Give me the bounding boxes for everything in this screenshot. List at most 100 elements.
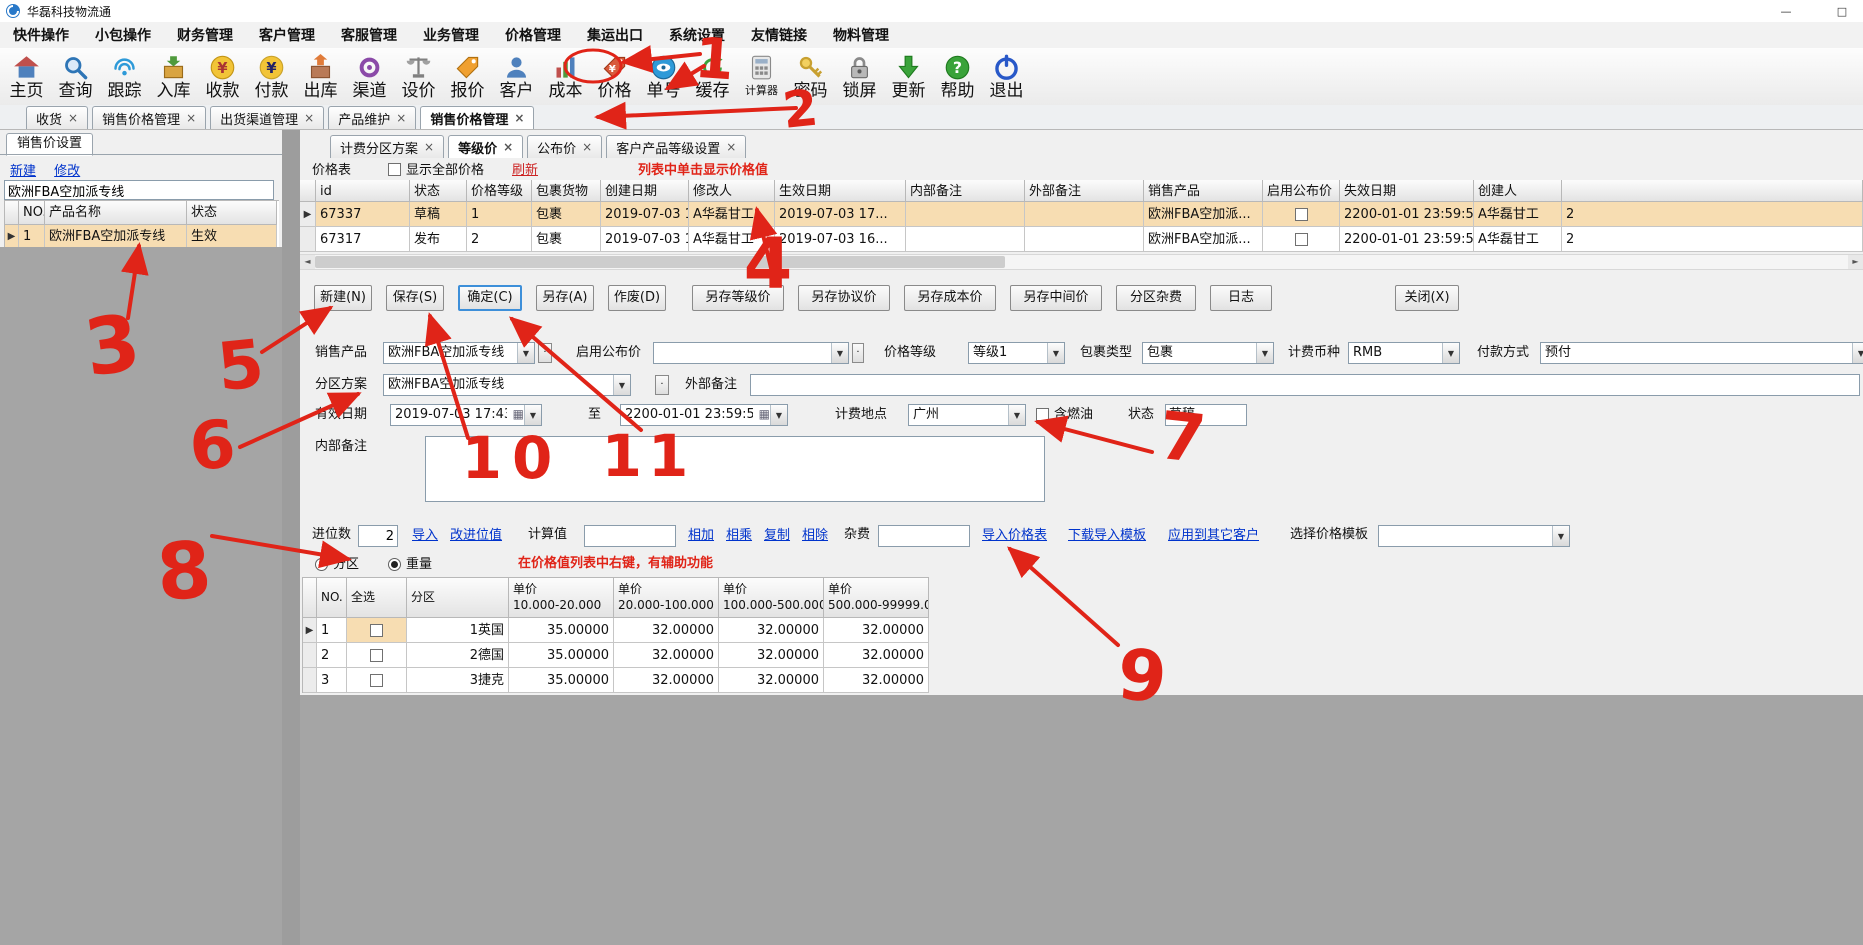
- menu-item-price[interactable]: 价格管理: [492, 25, 574, 45]
- price-cell[interactable]: 32.00000: [824, 643, 929, 668]
- price-cell[interactable]: 32.00000: [614, 618, 719, 643]
- price-cell[interactable]: 32.00000: [614, 643, 719, 668]
- payment-method-combo[interactable]: 预付▼: [1540, 342, 1863, 364]
- carry-digits-input[interactable]: [358, 525, 398, 547]
- zone-misc-fee-button[interactable]: 分区杂费: [1116, 285, 1196, 311]
- price-cell[interactable]: 32.00000: [719, 643, 824, 668]
- column-header-effective-date[interactable]: 生效日期: [775, 180, 906, 202]
- menu-item-consolidation-export[interactable]: 集运出口: [574, 25, 656, 45]
- price-template-combo[interactable]: ▼: [1378, 525, 1570, 547]
- menu-item-customer[interactable]: 客户管理: [246, 25, 328, 45]
- chevron-down-icon[interactable]: ▼: [524, 405, 541, 425]
- minimize-button[interactable]: —: [1771, 5, 1801, 18]
- chevron-down-icon[interactable]: ▼: [1256, 343, 1273, 363]
- column-header-creator[interactable]: 创建人: [1474, 180, 1562, 202]
- parcel-type-combo[interactable]: 包裹▼: [1142, 342, 1274, 364]
- close-tab-icon[interactable]: ×: [514, 111, 524, 125]
- chevron-down-icon[interactable]: ▼: [1442, 343, 1459, 363]
- sidebar-new-link[interactable]: 新建: [10, 164, 36, 179]
- chevron-down-icon[interactable]: ▼: [517, 343, 534, 363]
- product-ellipsis-button[interactable]: ·: [538, 343, 552, 363]
- toolbar-button-lock-screen[interactable]: 锁屏: [835, 48, 884, 105]
- chevron-down-icon[interactable]: ▼: [770, 405, 787, 425]
- price-cell[interactable]: 35.00000: [509, 618, 614, 643]
- multiply-link[interactable]: 相乘: [726, 526, 752, 546]
- menu-item-materials[interactable]: 物料管理: [820, 25, 902, 45]
- toolbar-button-outbound[interactable]: 出库: [296, 48, 345, 105]
- close-tab-icon[interactable]: ×: [186, 111, 196, 125]
- sales-product-combo[interactable]: 欧洲FBA空加派专线▼: [383, 342, 535, 364]
- chevron-down-icon[interactable]: ▼: [831, 343, 848, 363]
- column-header-sales-product[interactable]: 销售产品: [1144, 180, 1263, 202]
- sidebar-splitter[interactable]: [282, 130, 300, 945]
- close-button[interactable]: 关闭(X): [1395, 285, 1459, 311]
- import-link[interactable]: 导入: [412, 526, 438, 546]
- save-as-cost-price-button[interactable]: 另存成本价: [904, 285, 996, 311]
- chevron-down-icon[interactable]: ▼: [1852, 343, 1863, 363]
- published-ellipsis-button[interactable]: ·: [852, 343, 864, 363]
- toolbar-button-calculator[interactable]: 计算器: [737, 48, 786, 105]
- calc-value-input[interactable]: [584, 525, 676, 547]
- chevron-down-icon[interactable]: ▼: [1047, 343, 1064, 363]
- column-header-enable-published[interactable]: 启用公布价: [1263, 180, 1340, 202]
- toolbar-button-track[interactable]: 跟踪: [100, 48, 149, 105]
- menu-item-business[interactable]: 业务管理: [410, 25, 492, 45]
- menu-item-finance[interactable]: 财务管理: [164, 25, 246, 45]
- sidebar-edit-link[interactable]: 修改: [54, 164, 80, 179]
- save-button[interactable]: 保存(S): [386, 285, 444, 311]
- toolbar-button-search[interactable]: 查询: [51, 48, 100, 105]
- column-header-no[interactable]: NO.: [317, 578, 347, 618]
- toolbar-button-price[interactable]: ¥ 价格: [590, 48, 639, 105]
- close-tab-icon[interactable]: ×: [424, 140, 434, 154]
- price-level-row-1[interactable]: ▶ 67337 草稿 1 包裹 2019-07-03 17... A华磊甘工 2…: [300, 202, 1863, 227]
- row-select-checkbox[interactable]: [370, 649, 383, 662]
- column-header-select-all[interactable]: 全选: [347, 578, 407, 618]
- column-header-price-2[interactable]: 单价20.000-100.000: [614, 578, 719, 618]
- close-tab-icon[interactable]: ×: [503, 140, 513, 154]
- column-header-price-1[interactable]: 单价10.000-20.000: [509, 578, 614, 618]
- column-header-status[interactable]: 状态: [187, 201, 277, 225]
- toolbar-button-customer[interactable]: 客户: [492, 48, 541, 105]
- toolbar-button-receive-payment[interactable]: ¥ 收款: [198, 48, 247, 105]
- column-header-price-level[interactable]: 价格等级: [467, 180, 532, 202]
- toolbar-button-inbound[interactable]: 入库: [149, 48, 198, 105]
- add-link[interactable]: 相加: [688, 526, 714, 546]
- enable-published-checkbox[interactable]: [1295, 233, 1308, 246]
- zone-scheme-combo[interactable]: 欧洲FBA空加派专线▼: [383, 374, 631, 396]
- column-header-internal-remark[interactable]: 内部备注: [906, 180, 1025, 202]
- scroll-left-icon[interactable]: ◄: [300, 255, 315, 269]
- grid-horizontal-scrollbar[interactable]: ◄ ►: [300, 254, 1863, 270]
- price-level-row-2[interactable]: 67317 发布 2 包裹 2019-07-03 16... A华磊甘工 201…: [300, 227, 1863, 252]
- chevron-down-icon[interactable]: ▼: [1552, 526, 1569, 546]
- new-button[interactable]: 新建(N): [314, 285, 372, 311]
- show-all-prices-checkbox[interactable]: [388, 163, 401, 176]
- price-cell[interactable]: 32.00000: [614, 668, 719, 693]
- toolbar-button-home[interactable]: 主页: [2, 48, 51, 105]
- menu-item-express-ops[interactable]: 快件操作: [0, 25, 82, 45]
- toolbar-button-payment[interactable]: ¥ 付款: [247, 48, 296, 105]
- column-header-price-4[interactable]: 单价500.000-99999.0: [824, 578, 929, 618]
- fuel-surcharge-checkbox[interactable]: [1036, 408, 1049, 421]
- sidebar-product-search-input[interactable]: [4, 180, 274, 200]
- subtab-customer-product-level[interactable]: 客户产品等级设置×: [606, 135, 746, 158]
- scroll-right-icon[interactable]: ►: [1848, 255, 1863, 269]
- save-as-level-price-button[interactable]: 另存等级价: [692, 285, 784, 311]
- price-cell[interactable]: 35.00000: [509, 668, 614, 693]
- column-header-no[interactable]: NO.: [19, 201, 45, 225]
- column-header-product-name[interactable]: 产品名称: [45, 201, 187, 225]
- void-button[interactable]: 作废(D): [608, 285, 666, 311]
- weight-radio[interactable]: [388, 558, 401, 571]
- apply-to-other-customers-link[interactable]: 应用到其它客户: [1168, 526, 1259, 546]
- save-as-agreement-price-button[interactable]: 另存协议价: [798, 285, 890, 311]
- close-tab-icon[interactable]: ×: [396, 111, 406, 125]
- price-cell[interactable]: 32.00000: [824, 618, 929, 643]
- toolbar-button-quote[interactable]: 报价: [443, 48, 492, 105]
- row-select-checkbox[interactable]: [370, 624, 383, 637]
- toolbar-button-cost[interactable]: 成本: [541, 48, 590, 105]
- menu-item-customer-service[interactable]: 客服管理: [328, 25, 410, 45]
- chevron-down-icon[interactable]: ▼: [613, 375, 630, 395]
- toolbar-button-set-price[interactable]: 设价: [394, 48, 443, 105]
- close-tab-icon[interactable]: ×: [582, 140, 592, 154]
- column-header-price-3[interactable]: 单价100.000-500.000: [719, 578, 824, 618]
- misc-fee-input[interactable]: [878, 525, 970, 547]
